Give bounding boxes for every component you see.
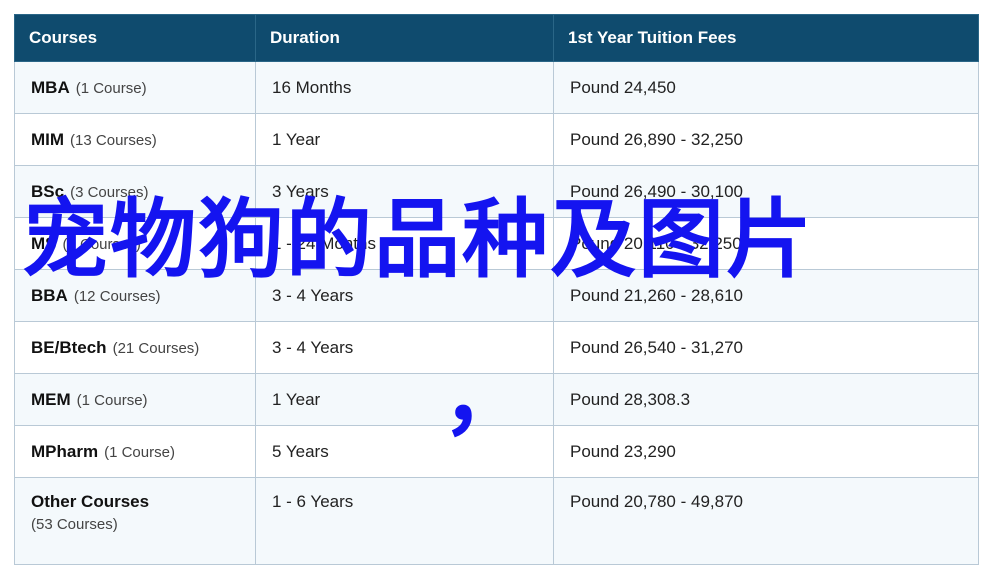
fees-cell: Pound 24,450 xyxy=(553,61,979,114)
course-name: MEM xyxy=(31,389,71,409)
course-count: (53 Courses) xyxy=(31,516,118,533)
fees-cell: Pound 28,308.3 xyxy=(553,373,979,426)
overlay-headline: 宠物狗的品种及图片 xyxy=(22,190,814,290)
course-count: (1 Course) xyxy=(75,79,147,97)
course-cell: BE/Btech (21 Courses) xyxy=(14,321,256,374)
duration-cell: 1 Year xyxy=(255,113,554,166)
table-row: Other Courses (53 Courses) 1 - 6 Years Po… xyxy=(14,477,979,565)
fees-cell: Pound 20,780 - 49,870 xyxy=(553,477,979,565)
course-count: (13 Courses) xyxy=(70,131,157,149)
course-cell: MEM (1 Course) xyxy=(14,373,256,426)
duration-cell: 16 Months xyxy=(255,61,554,114)
course-count: (21 Courses) xyxy=(112,339,200,357)
fees-cell: Pound 26,890 - 32,250 xyxy=(553,113,979,166)
fees-cell: Pound 23,290 xyxy=(553,425,979,478)
table-row: MIM (13 Courses) 1 Year Pound 26,890 - 32… xyxy=(14,113,979,166)
header-tuition-fees: 1st Year Tuition Fees xyxy=(553,14,979,62)
overlay-punctuation: ， xyxy=(442,347,528,447)
course-cell: MIM (13 Courses) xyxy=(14,113,256,166)
fees-cell: Pound 26,540 - 31,270 xyxy=(553,321,979,374)
course-cell: Other Courses (53 Courses) xyxy=(14,477,256,565)
duration-cell: 1 - 6 Years xyxy=(255,477,554,565)
course-name: MIM xyxy=(31,129,65,149)
header-duration: Duration xyxy=(255,14,554,62)
course-cell: MBA (1 Course) xyxy=(14,61,256,114)
course-name: MBA xyxy=(31,77,70,97)
course-name: BE/Btech xyxy=(31,337,107,357)
course-count: (1 Course) xyxy=(76,391,148,409)
table-row: MBA (1 Course) 16 Months Pound 24,450 xyxy=(14,61,979,114)
table-header-row: Courses Duration 1st Year Tuition Fees xyxy=(14,14,979,62)
course-cell: MPharm (1 Course) xyxy=(14,425,256,478)
course-name: Other Courses xyxy=(31,492,150,511)
course-count: (12 Courses) xyxy=(73,287,161,305)
course-name: MPharm xyxy=(31,441,99,461)
course-count: (1 Course) xyxy=(104,443,175,461)
header-courses: Courses xyxy=(14,14,256,62)
